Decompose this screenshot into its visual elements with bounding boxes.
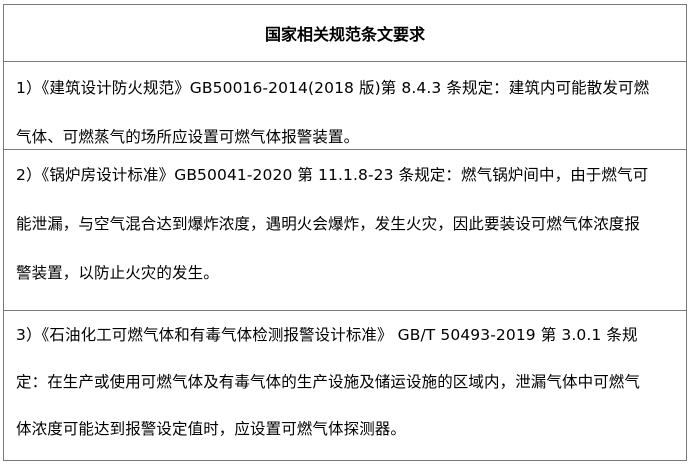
table-row: 3）《石油化工可燃气体和有毒气体检测报警设计标准》 GB/T 50493-201… [4,311,686,460]
table-row: 1）《建筑设计防火规范》GB50016-2014(2018 版)第 8.4.3 … [4,62,686,150]
row-text-line: 警装置，以防止火灾的发生。 [16,264,219,282]
row-text-line: 3）《石油化工可燃气体和有毒气体检测报警设计标准》 GB/T 50493-201… [16,326,638,344]
row-text-line: 能泄漏，与空气混合达到爆炸浓度，遇明火会爆炸，发生火灾，因此要装设可燃气体浓度报 [16,215,641,233]
row-text-line: 体浓度可能达到报警设定值时，应设置可燃气体探测器。 [16,420,407,438]
row-text-line: 定：在生产或使用可燃气体及有毒气体的生产设施及储运设施的区域内，泄漏气体中可燃气 [16,373,641,391]
row-text-line: 1）《建筑设计防火规范》GB50016-2014(2018 版)第 8.4.3 … [16,79,650,97]
table-header: 国家相关规范条文要求 [4,5,686,62]
regulations-table: 国家相关规范条文要求 1）《建筑设计防火规范》GB50016-2014(2018… [3,4,687,461]
row-text-line: 2）《锅炉房设计标准》GB50041-2020 第 11.1.8-23 条规定：… [16,166,649,184]
table-row: 2）《锅炉房设计标准》GB50041-2020 第 11.1.8-23 条规定：… [4,150,686,311]
